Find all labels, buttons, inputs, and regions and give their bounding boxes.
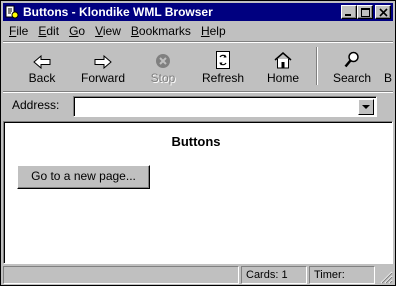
- go-to-new-page-button[interactable]: Go to a new page...: [17, 165, 150, 189]
- minimize-icon: [345, 14, 351, 16]
- browser-window: Buttons - Klondike WML Browser File Edit…: [0, 0, 396, 286]
- forward-label: Forward: [80, 71, 125, 85]
- menu-file-label: ile: [16, 24, 29, 38]
- maximize-icon: [361, 8, 370, 17]
- status-cards: Cards: 1: [241, 266, 307, 284]
- menu-view-label: iew: [102, 24, 121, 38]
- address-dropdown-button[interactable]: [358, 99, 374, 115]
- arrow-right-icon: [94, 55, 112, 69]
- menu-view-mnemonic: V: [95, 24, 103, 38]
- search-label: Search: [332, 71, 372, 85]
- toolbar: Back Forward Stop Refresh Home Search B: [3, 43, 393, 91]
- menu-edit-label: dit: [46, 24, 60, 38]
- menu-bar: File Edit Go View Bookmarks Help: [3, 22, 230, 40]
- stop-label: Stop: [150, 71, 176, 85]
- menu-edit[interactable]: Edit: [32, 24, 63, 38]
- app-icon[interactable]: [5, 5, 19, 19]
- window-title: Buttons - Klondike WML Browser: [23, 5, 213, 19]
- bookmarks-button[interactable]: B: [379, 47, 393, 89]
- toolbar-divider: [316, 47, 318, 85]
- status-bar: Cards: 1 Timer:: [3, 266, 393, 284]
- menu-help-label: elp: [209, 24, 226, 38]
- back-label: Back: [28, 71, 56, 85]
- forward-button[interactable]: Forward: [75, 47, 131, 89]
- content-area: Buttons Go to a new page...: [3, 121, 393, 264]
- menu-bookmarks-mnemonic: B: [130, 24, 139, 38]
- maximize-button[interactable]: [357, 5, 373, 19]
- address-label: Address:: [12, 98, 60, 112]
- arrow-left-icon: [33, 55, 51, 69]
- menu-help[interactable]: Help: [195, 24, 230, 38]
- stop-icon: [156, 54, 170, 68]
- resize-grip-icon: [380, 271, 393, 284]
- stop-button[interactable]: Stop: [135, 47, 191, 89]
- home-button[interactable]: Home: [255, 47, 311, 89]
- back-button[interactable]: Back: [14, 47, 70, 89]
- home-label: Home: [266, 71, 299, 85]
- resize-grip[interactable]: [379, 270, 393, 284]
- menu-help-mnemonic: H: [200, 24, 210, 38]
- window-controls: [341, 5, 391, 19]
- close-button[interactable]: [375, 5, 391, 19]
- bookmarks-label: B: [384, 71, 393, 85]
- search-button[interactable]: Search: [324, 47, 380, 89]
- menu-go-label: o: [78, 24, 86, 38]
- address-combobox[interactable]: [73, 96, 377, 117]
- home-icon: [274, 52, 292, 69]
- refresh-label: Refresh: [201, 71, 245, 85]
- address-input[interactable]: [76, 99, 356, 114]
- menu-view[interactable]: View: [89, 24, 125, 38]
- minimize-button[interactable]: [341, 5, 357, 19]
- title-bar[interactable]: Buttons - Klondike WML Browser: [3, 3, 393, 21]
- menu-go-mnemonic: G: [69, 24, 79, 38]
- address-bar: Address:: [3, 93, 393, 121]
- page-title: Buttons: [171, 134, 221, 149]
- status-message: [3, 266, 239, 284]
- menu-bookmarks-label: ookmarks: [138, 24, 191, 38]
- close-icon: [379, 8, 388, 17]
- refresh-button[interactable]: Refresh: [195, 47, 251, 89]
- menu-bookmarks[interactable]: Bookmarks: [125, 24, 195, 38]
- status-timer: Timer:: [309, 266, 375, 284]
- refresh-icon: [216, 51, 230, 69]
- menu-file[interactable]: File: [3, 24, 32, 38]
- menu-go[interactable]: Go: [63, 24, 89, 38]
- search-icon: [344, 51, 359, 68]
- chevron-down-icon: [362, 105, 370, 109]
